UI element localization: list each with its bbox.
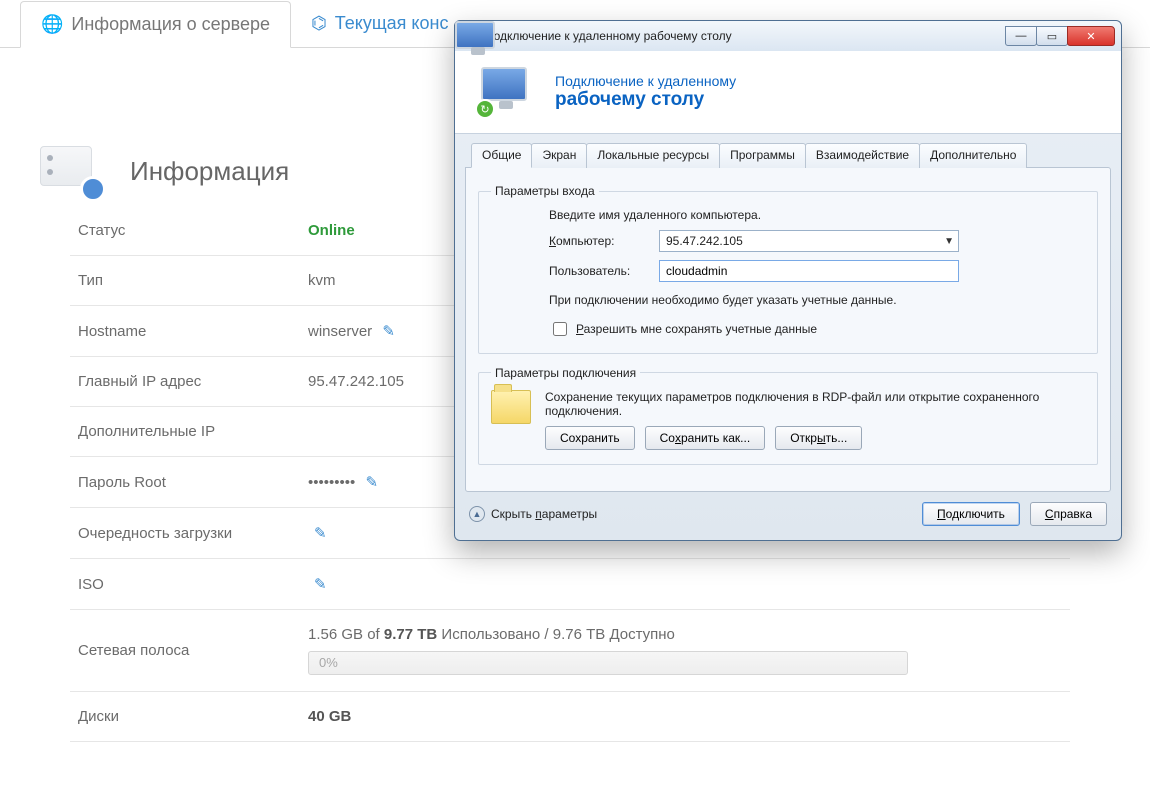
cell-value: ••••••••• [308, 474, 355, 491]
save-credentials-checkbox[interactable]: Разрешить мне сохранять учетные данные [549, 319, 1085, 339]
tab-server-info[interactable]: 🌐 Информация о сервере [20, 1, 291, 48]
pencil-icon[interactable]: ✎ [314, 525, 327, 542]
open-button[interactable]: Открыть... [775, 426, 862, 450]
banner-line2: рабочему столу [555, 89, 736, 111]
minimize-button[interactable]: — [1005, 26, 1037, 46]
banner-line1: Подключение к удаленному [555, 73, 736, 89]
connection-group-legend: Параметры подключения [491, 366, 640, 380]
bandwidth-progress: 0% [308, 651, 908, 675]
progress-pct: 0% [319, 655, 338, 670]
net-used: 1.56 GB [308, 626, 363, 643]
chevron-down-icon: ▼ [944, 236, 954, 247]
table-row: Диски 40 GB [70, 692, 1070, 742]
tab-display[interactable]: Экран [531, 143, 587, 168]
cell-label: Статус [70, 206, 300, 256]
net-total: 9.77 TB [384, 626, 437, 643]
computer-icon [491, 208, 535, 248]
login-group-legend: Параметры входа [491, 184, 599, 198]
cell-value: winserver [308, 323, 372, 340]
table-row: Сетевая полоса 1.56 GB of 9.77 TB Исполь… [70, 610, 1070, 692]
window-title: Подключение к удаленному рабочему столу [481, 29, 1006, 43]
cell-label: Тип [70, 256, 300, 306]
login-hint: Введите имя удаленного компьютера. [549, 208, 1085, 222]
maximize-button[interactable]: ▭ [1036, 26, 1068, 46]
cell-label: Дополнительные IP [70, 407, 300, 457]
section-title: Информация [130, 156, 289, 187]
login-group: Параметры входа Введите имя удаленного к… [478, 184, 1098, 354]
tab-pane-general: Параметры входа Введите имя удаленного к… [465, 167, 1111, 492]
tab-current-console[interactable]: ⌬ Текущая конс [291, 0, 468, 47]
cell-label: Диски [70, 692, 300, 742]
dialog-tabs: Общие Экран Локальные ресурсы Программы … [465, 134, 1111, 167]
connect-button[interactable]: Подключить [922, 502, 1020, 526]
status-badge: Online [308, 222, 355, 239]
folder-icon [491, 390, 531, 424]
titlebar[interactable]: Подключение к удаленному рабочему столу … [455, 21, 1121, 51]
tab-experience[interactable]: Взаимодействие [805, 143, 920, 168]
checkbox-input[interactable] [553, 322, 567, 336]
tab-advanced[interactable]: Дополнительно [919, 143, 1027, 168]
cell-label: Главный IP адрес [70, 357, 300, 407]
net-avail: 9.76 TB Доступно [553, 626, 675, 643]
hide-params-toggle[interactable]: ▲ Скрыть параметры [469, 506, 597, 522]
chevron-up-icon: ▲ [469, 506, 485, 522]
tab-programs[interactable]: Программы [719, 143, 806, 168]
dialog-banner: ↻ Подключение к удаленному рабочему стол… [455, 51, 1121, 134]
computer-value: 95.47.242.105 [666, 234, 743, 248]
server-icon [40, 146, 110, 196]
connection-hint: Сохранение текущих параметров подключени… [545, 390, 1085, 418]
tab-label: Текущая конс [335, 13, 449, 34]
cell-label: Сетевая полоса [70, 610, 300, 692]
dialog-footer: ▲ Скрыть параметры Подключить Справка [455, 492, 1121, 540]
save-as-button[interactable]: Сохранить как... [645, 426, 766, 450]
save-button[interactable]: Сохранить [545, 426, 635, 450]
pencil-icon[interactable]: ✎ [382, 323, 395, 340]
help-button[interactable]: Справка [1030, 502, 1107, 526]
dashboard-icon: ⌬ [311, 13, 327, 34]
cell-label: Пароль Root [70, 457, 300, 508]
computer-label: Компьютер: [549, 234, 649, 248]
window-buttons: — ▭ ✕ [1006, 26, 1115, 46]
user-input[interactable] [659, 260, 959, 282]
pencil-icon[interactable]: ✎ [365, 474, 378, 491]
cell-label: Hostname [70, 306, 300, 357]
globe-icon: 🌐 [41, 14, 63, 35]
cell-label: Очередность загрузки [70, 508, 300, 559]
tab-label: Информация о сервере [71, 14, 270, 35]
tab-local-resources[interactable]: Локальные ресурсы [586, 143, 720, 168]
rdp-banner-icon: ↻ [475, 65, 539, 119]
user-label: Пользователь: [549, 264, 649, 278]
computer-combo[interactable]: 95.47.242.105 ▼ [659, 230, 959, 252]
cell-label: ISO [70, 559, 300, 610]
pencil-icon[interactable]: ✎ [314, 576, 327, 593]
cell-value: 40 GB [308, 708, 351, 725]
table-row: ISO ✎ [70, 559, 1070, 610]
connection-group: Параметры подключения Сохранение текущих… [478, 366, 1098, 465]
rdp-dialog: Подключение к удаленному рабочему столу … [454, 20, 1122, 541]
banner-text: Подключение к удаленному рабочему столу [555, 73, 736, 111]
tab-general[interactable]: Общие [471, 143, 532, 168]
credentials-hint: При подключении необходимо будет указать… [549, 292, 1085, 309]
close-button[interactable]: ✕ [1067, 26, 1115, 46]
